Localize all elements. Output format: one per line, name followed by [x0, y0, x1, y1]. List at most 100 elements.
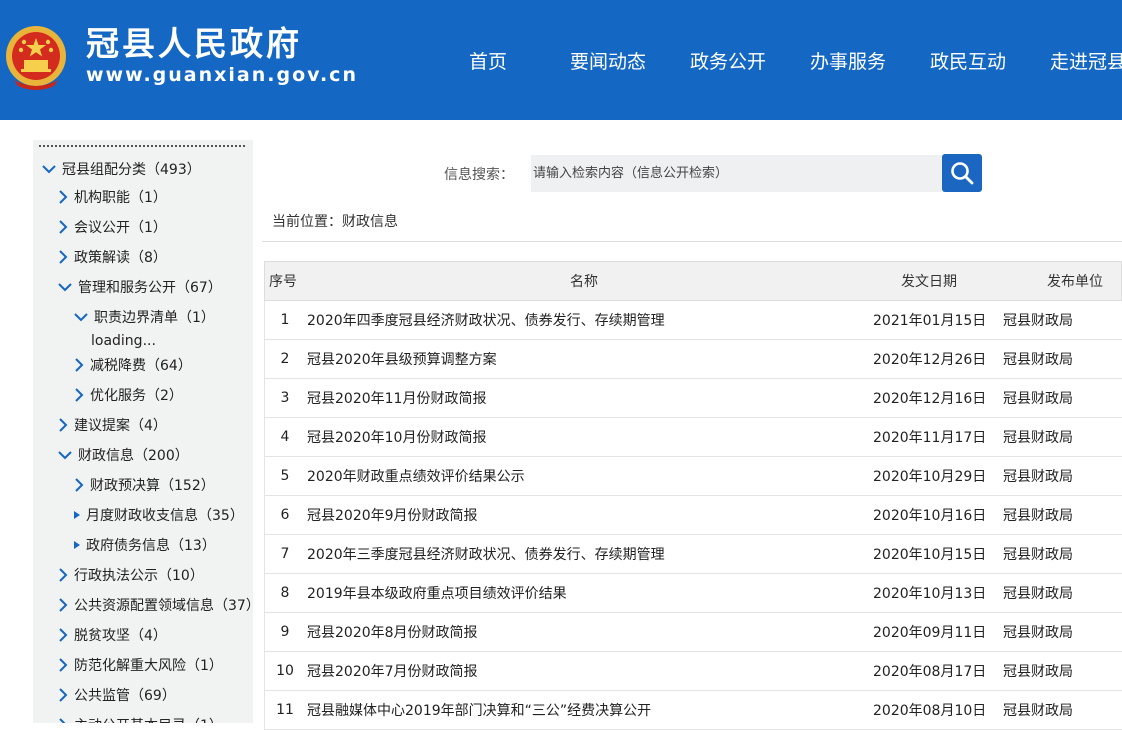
row-title-link[interactable]: 2019年县本级政府重点项目绩效评价结果 — [307, 574, 567, 612]
table-row: 5 2020年财政重点绩效评价结果公示 2020年10月29日 冠县财政局 — [264, 457, 1122, 496]
sidebar-item-label: 优化服务（2） — [90, 388, 183, 404]
nav-services[interactable]: 办事服务 — [788, 47, 908, 74]
sidebar-item-label: loading... — [91, 333, 156, 349]
sidebar-item-label: 公共监管（69） — [74, 688, 176, 704]
row-title-link[interactable]: 2020年三季度冠县经济财政状况、债券发行、存续期管理 — [307, 535, 665, 573]
row-number: 4 — [280, 429, 290, 445]
row-title-link[interactable]: 冠县2020年8月份财政简报 — [307, 613, 478, 651]
table-row: 11 冠县融媒体中心2019年部门决算和“三公”经费决算公开 2020年08月10日… — [264, 691, 1122, 730]
row-date: 2020年10月13日 — [873, 586, 987, 602]
row-number: 2 — [280, 351, 290, 367]
sidebar-item[interactable]: 公共监管（69） — [57, 683, 176, 707]
row-number: 7 — [280, 546, 290, 562]
nav-about[interactable]: 走进冠县 — [1028, 47, 1122, 74]
chevron-right-icon — [59, 418, 68, 432]
row-title-link[interactable]: 2020年财政重点绩效评价结果公示 — [307, 457, 525, 495]
sidebar-item[interactable]: 减税降费（64） — [73, 353, 192, 377]
sidebar-item-label: 职责边界清单（1） — [94, 310, 215, 326]
main-nav: 首页 要闻动态 政务公开 办事服务 政民互动 走进冠县 — [428, 47, 1122, 74]
header-date: 发文日期 — [901, 274, 957, 290]
search-input[interactable] — [531, 155, 942, 192]
row-title-link[interactable]: 冠县融媒体中心2019年部门决算和“三公”经费决算公开 — [307, 691, 651, 729]
row-number: 9 — [280, 624, 290, 640]
row-title-link[interactable]: 冠县2020年7月份财政简报 — [307, 652, 478, 690]
table-row: 4 冠县2020年10月份财政简报 2020年11月17日 冠县财政局 — [264, 418, 1122, 457]
chevron-right-icon — [59, 598, 68, 612]
row-date: 2020年10月15日 — [873, 547, 987, 563]
sidebar-item[interactable]: 防范化解重大风险（1） — [57, 653, 223, 677]
row-title-link[interactable]: 冠县2020年11月份财政简报 — [307, 379, 486, 417]
site-title[interactable]: 冠县人民政府 — [86, 24, 302, 64]
row-unit: 冠县财政局 — [1003, 586, 1073, 602]
sidebar-item-label: 减税降费（64） — [90, 358, 192, 374]
row-unit: 冠县财政局 — [1003, 391, 1073, 407]
row-title-link[interactable]: 冠县2020年9月份财政简报 — [307, 496, 478, 534]
sidebar-item-label: 财政信息（200） — [78, 448, 189, 464]
row-unit: 冠县财政局 — [1003, 352, 1073, 368]
sidebar-item-label: 防范化解重大风险（1） — [74, 658, 223, 674]
table-body: 1 2020年四季度冠县经济财政状况、债券发行、存续期管理 2021年01月15日冠… — [264, 301, 1122, 730]
sidebar-item[interactable]: 政府债务信息（13） — [73, 533, 216, 557]
table-row: 3 冠县2020年11月份财政简报 2020年12月16日 冠县财政局 — [264, 379, 1122, 418]
sidebar-item[interactable]: 财政信息（200） — [57, 443, 189, 467]
search-icon — [951, 162, 974, 185]
row-title-link[interactable]: 2020年四季度冠县经济财政状况、债券发行、存续期管理 — [307, 301, 665, 339]
sidebar-item[interactable]: 行政执法公示（10） — [57, 563, 204, 587]
sidebar-item[interactable]: 政策解读（8） — [57, 245, 167, 269]
sidebar-item-label: 主动公开基本目录（1） — [74, 715, 223, 723]
nav-home[interactable]: 首页 — [428, 47, 548, 74]
row-title-link[interactable]: 冠县2020年县级预算调整方案 — [307, 340, 497, 378]
sidebar-item[interactable]: 优化服务（2） — [73, 383, 183, 407]
sidebar-item-label: 月度财政收支信息（35） — [86, 508, 244, 524]
sidebar-item[interactable]: 管理和服务公开（67） — [57, 275, 222, 299]
row-unit: 冠县财政局 — [1003, 508, 1073, 524]
header-unit: 发布单位 — [1047, 274, 1103, 290]
breadcrumb: 当前位置：财政信息 — [272, 214, 398, 230]
sidebar-item[interactable]: 建议提案（4） — [57, 413, 167, 437]
table-row: 6 冠县2020年9月份财政简报 2020年10月16日 冠县财政局 — [264, 496, 1122, 535]
nav-gov-affairs[interactable]: 政务公开 — [668, 47, 788, 74]
sidebar-item[interactable]: 职责边界清单（1） — [73, 305, 215, 329]
sidebar-divider — [39, 145, 245, 147]
header-title: 名称 — [570, 274, 598, 290]
table-row: 2 冠县2020年县级预算调整方案 2020年12月26日 冠县财政局 — [264, 340, 1122, 379]
row-title-link[interactable]: 冠县2020年10月份财政简报 — [307, 418, 486, 456]
table-row: 1 2020年四季度冠县经济财政状况、债券发行、存续期管理 2021年01月15日冠… — [264, 301, 1122, 340]
row-number: 1 — [280, 312, 290, 328]
table-row: 10 冠县2020年7月份财政简报 2020年08月17日 冠县财政局 — [264, 652, 1122, 691]
chevron-right-icon — [59, 658, 68, 672]
sidebar-item-label: 政策解读（8） — [74, 250, 167, 266]
sidebar-item[interactable]: 财政预决算（152） — [73, 473, 215, 497]
nav-news[interactable]: 要闻动态 — [548, 47, 668, 74]
sidebar-item[interactable]: 会议公开（1） — [57, 215, 167, 239]
sidebar-item[interactable]: 冠县组配分类（493） — [41, 157, 201, 181]
chevron-down-icon — [74, 313, 88, 322]
nav-interaction[interactable]: 政民互动 — [908, 47, 1028, 74]
row-date: 2020年09月11日 — [873, 625, 987, 641]
row-date: 2020年08月17日 — [873, 664, 987, 680]
sidebar-item[interactable]: 机构职能（1） — [57, 185, 167, 209]
sidebar-item-label: 管理和服务公开（67） — [78, 280, 222, 296]
row-number: 6 — [280, 507, 290, 523]
row-unit: 冠县财政局 — [1003, 469, 1073, 485]
row-unit: 冠县财政局 — [1003, 313, 1073, 329]
table-row: 8 2019年县本级政府重点项目绩效评价结果 2020年10月13日 冠县财政局 — [264, 574, 1122, 613]
chevron-right-icon — [75, 388, 84, 402]
national-emblem-icon — [6, 26, 66, 90]
sidebar-item[interactable]: 公共资源配置领域信息（37） — [57, 593, 253, 617]
breadcrumb-divider — [262, 241, 1122, 242]
row-date: 2020年10月29日 — [873, 469, 987, 485]
chevron-right-icon — [75, 358, 84, 372]
sidebar-item[interactable]: 主动公开基本目录（1） — [57, 713, 223, 723]
sidebar-item-label: 建议提案（4） — [74, 418, 167, 434]
sidebar-item[interactable]: 月度财政收支信息（35） — [73, 503, 244, 527]
search-button[interactable] — [942, 154, 982, 192]
chevron-right-icon — [59, 220, 68, 234]
row-number: 10 — [276, 663, 294, 679]
chevron-right-icon — [59, 628, 68, 642]
triangle-right-icon — [74, 511, 80, 519]
sidebar-item[interactable]: 脱贫攻坚（4） — [57, 623, 167, 647]
row-unit: 冠县财政局 — [1003, 547, 1073, 563]
row-date: 2020年12月26日 — [873, 352, 987, 368]
row-number: 8 — [280, 585, 290, 601]
